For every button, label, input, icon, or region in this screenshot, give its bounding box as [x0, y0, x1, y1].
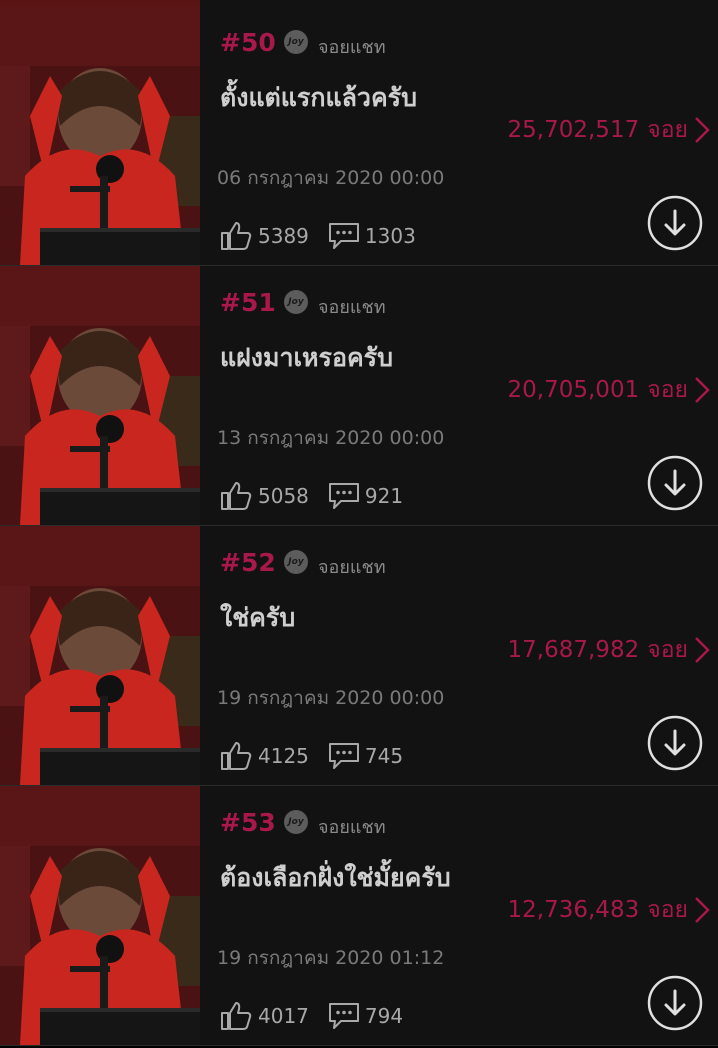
view-count-unit: จอย — [647, 897, 688, 923]
view-count-value: 17,687,982 — [507, 637, 640, 663]
view-count-value: 20,705,001 — [507, 377, 640, 403]
view-count-unit: จอย — [647, 637, 688, 663]
thumbs-up-icon[interactable] — [220, 481, 252, 511]
comment-icon[interactable] — [327, 221, 361, 251]
episode-list: #50 Joy จอยแชท ตั้งแต่แรกแล้วครับ 25,702… — [0, 6, 718, 1046]
episode-title[interactable]: ตั้งแต่แรกแล้วครับ — [220, 78, 417, 118]
episode-number: #50 — [220, 28, 276, 57]
episode-item[interactable]: #50 Joy จอยแชท ตั้งแต่แรกแล้วครับ 25,702… — [0, 6, 718, 266]
episode-date: 19 กรกฎาคม 2020 00:00 — [217, 687, 445, 709]
view-count-link[interactable]: 17,687,982 จอย — [508, 632, 710, 668]
episode-item[interactable]: #51 Joy จอยแชท แฝงมาเหรอครับ 20,705,001 … — [0, 266, 718, 526]
download-button[interactable] — [647, 715, 703, 771]
view-count-link[interactable]: 12,736,483 จอย — [508, 892, 710, 928]
episode-title[interactable]: ใช่ครับ — [220, 598, 295, 638]
view-count-value: 25,702,517 — [507, 117, 640, 143]
episode-number: #52 — [220, 548, 276, 577]
episode-date: 19 กรกฎาคม 2020 01:12 — [217, 947, 445, 969]
joy-badge-icon: Joy — [284, 810, 308, 834]
comments-count: 745 — [364, 744, 404, 768]
episode-item[interactable]: #52 Joy จอยแชท ใช่ครับ 17,687,982 จอย 19… — [0, 526, 718, 786]
joy-badge-icon: Joy — [284, 290, 308, 314]
comment-icon[interactable] — [327, 741, 361, 771]
download-button[interactable] — [647, 455, 703, 511]
thumbs-up-icon[interactable] — [220, 741, 252, 771]
stats-row: 4125 745 — [220, 741, 403, 771]
comment-icon[interactable] — [327, 481, 361, 511]
stats-row: 4017 794 — [220, 1001, 403, 1031]
channel-name[interactable]: จอยแชท — [318, 292, 386, 321]
comment-icon[interactable] — [327, 1001, 361, 1031]
thumbs-up-icon[interactable] — [220, 1001, 252, 1031]
comments-count: 921 — [364, 484, 404, 508]
likes-count: 4017 — [258, 1004, 309, 1028]
download-button[interactable] — [647, 195, 703, 251]
episode-thumbnail[interactable] — [0, 6, 200, 265]
channel-name[interactable]: จอยแชท — [318, 812, 386, 841]
comments-count: 794 — [364, 1004, 404, 1028]
view-count-unit: จอย — [647, 377, 688, 403]
channel-name[interactable]: จอยแชท — [318, 32, 386, 61]
episode-number: #51 — [220, 288, 276, 317]
likes-count: 4125 — [258, 744, 309, 768]
episode-date: 13 กรกฎาคม 2020 00:00 — [217, 427, 445, 449]
chevron-right-icon — [694, 116, 710, 144]
episode-date: 06 กรกฎาคม 2020 00:00 — [217, 167, 445, 189]
view-count-unit: จอย — [647, 117, 688, 143]
joy-badge-icon: Joy — [284, 30, 308, 54]
episode-number: #53 — [220, 808, 276, 837]
channel-name[interactable]: จอยแชท — [318, 552, 386, 581]
episode-thumbnail[interactable] — [0, 526, 200, 785]
chevron-right-icon — [694, 896, 710, 924]
chevron-right-icon — [694, 376, 710, 404]
likes-count: 5058 — [258, 484, 309, 508]
stats-row: 5058 921 — [220, 481, 403, 511]
episode-item[interactable]: #53 Joy จอยแชท ต้องเลือกฝั่งใช่มั้ยครับ … — [0, 786, 718, 1046]
view-count-value: 12,736,483 — [507, 897, 640, 923]
likes-count: 5389 — [258, 224, 309, 248]
episode-title[interactable]: ต้องเลือกฝั่งใช่มั้ยครับ — [220, 858, 451, 898]
chevron-right-icon — [694, 636, 710, 664]
episode-thumbnail[interactable] — [0, 786, 200, 1045]
view-count-link[interactable]: 20,705,001 จอย — [508, 372, 710, 408]
episode-title[interactable]: แฝงมาเหรอครับ — [220, 338, 393, 378]
thumbs-up-icon[interactable] — [220, 221, 252, 251]
view-count-link[interactable]: 25,702,517 จอย — [508, 112, 710, 148]
download-button[interactable] — [647, 975, 703, 1031]
comments-count: 1303 — [364, 224, 416, 248]
episode-thumbnail[interactable] — [0, 266, 200, 525]
stats-row: 5389 1303 — [220, 221, 416, 251]
joy-badge-icon: Joy — [284, 550, 308, 574]
